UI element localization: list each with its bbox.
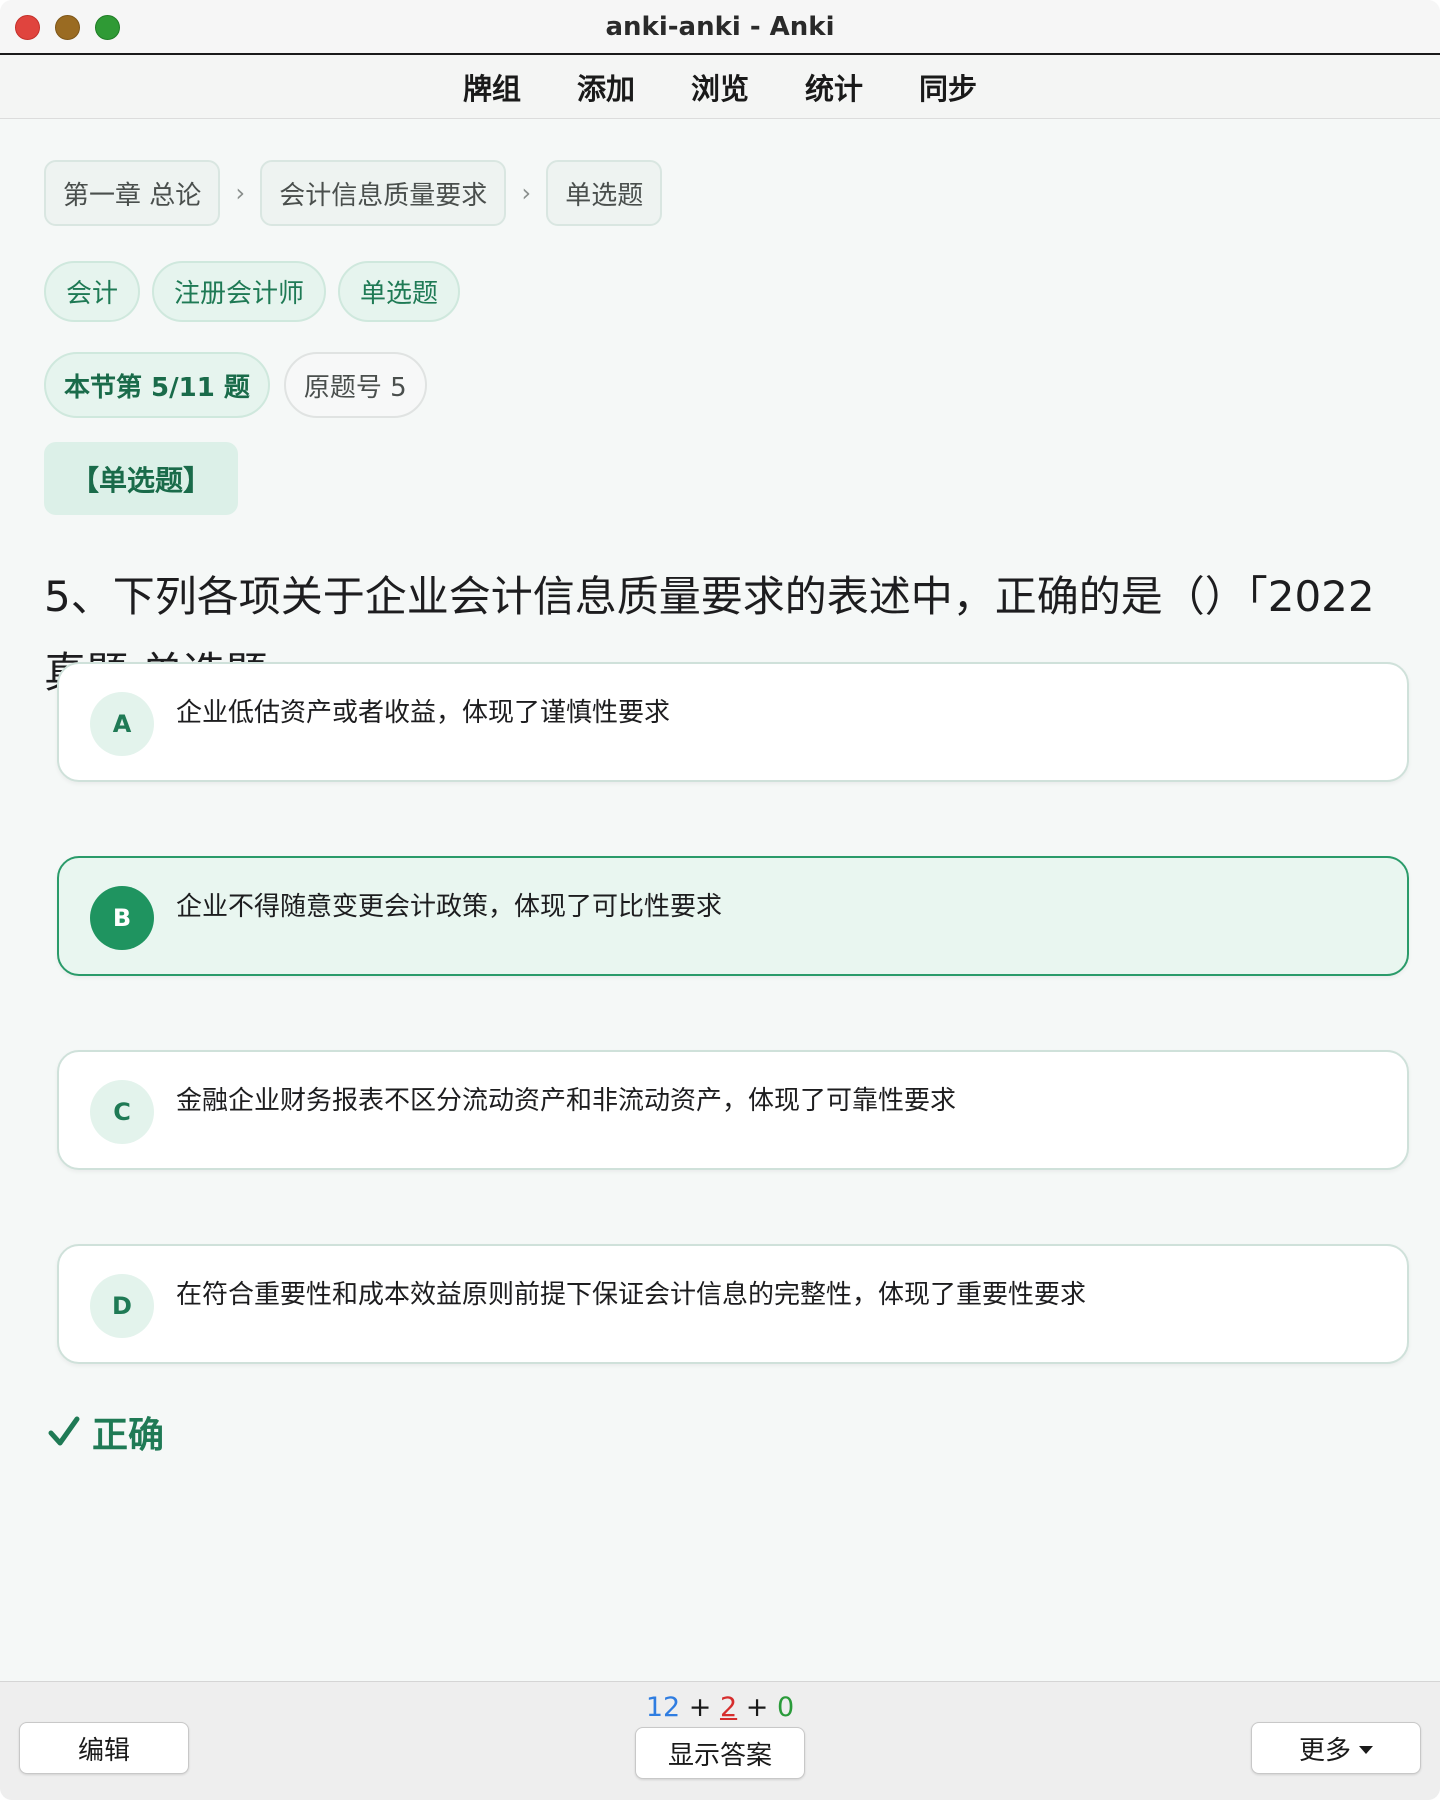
option-letter: B	[90, 886, 154, 950]
toolbar-decks[interactable]: 牌组	[435, 66, 549, 108]
edit-button[interactable]: 编辑	[19, 1722, 189, 1774]
toolbar-add[interactable]: 添加	[549, 66, 663, 108]
anki-window: anki-anki - Anki 牌组 添加 浏览 统计 同步 第一章 总论 ›…	[0, 0, 1440, 1800]
toolbar-stats[interactable]: 统计	[777, 66, 891, 108]
learn-count: 2	[719, 1692, 738, 1723]
option-d[interactable]: D 在符合重要性和成本效益原则前提下保证会计信息的完整性，体现了重要性要求	[57, 1244, 1409, 1364]
title-bar: anki-anki - Anki	[0, 0, 1440, 55]
breadcrumb-chapter: 第一章 总论	[44, 160, 221, 226]
toolbar-browse[interactable]: 浏览	[663, 66, 777, 108]
card-content: 第一章 总论 › 会计信息质量要求 › 单选题 会计 注册会计师 单选题 本节第…	[0, 119, 1440, 1681]
original-number-badge: 原题号 5	[283, 352, 427, 418]
more-button-label: 更多	[1298, 1735, 1351, 1766]
breadcrumb-separator: ›	[521, 179, 532, 207]
window-title: anki-anki - Anki	[605, 12, 835, 42]
question-progress: 本节第 5/11 题 原题号 5	[44, 352, 427, 418]
breadcrumb: 第一章 总论 › 会计信息质量要求 › 单选题	[44, 160, 663, 226]
more-button[interactable]: 更多	[1251, 1722, 1421, 1774]
toolbar-sync[interactable]: 同步	[891, 66, 1005, 108]
option-text: 企业不得随意变更会计政策，体现了可比性要求	[176, 892, 723, 922]
show-answer-button[interactable]: 显示答案	[635, 1727, 805, 1779]
due-counts: 12 + 2 + 0	[0, 1692, 1440, 1723]
check-icon	[48, 1416, 80, 1446]
tag-single-choice: 单选题	[338, 261, 461, 322]
tag-cpa: 注册会计师	[152, 261, 327, 322]
option-text: 企业低估资产或者收益，体现了谨慎性要求	[176, 698, 671, 728]
answer-result: 正确	[48, 1406, 164, 1458]
review-count: 0	[776, 1692, 795, 1723]
count-plus: +	[688, 1692, 712, 1723]
section-progress-badge: 本节第 5/11 题	[44, 352, 270, 418]
option-a[interactable]: A 企业低估资产或者收益，体现了谨慎性要求	[57, 662, 1409, 782]
tag-accounting: 会计	[44, 261, 141, 322]
option-letter: A	[90, 692, 154, 756]
option-b[interactable]: B 企业不得随意变更会计政策，体现了可比性要求	[57, 856, 1409, 976]
breadcrumb-section: 会计信息质量要求	[260, 160, 507, 226]
option-letter: D	[90, 1274, 154, 1338]
option-c[interactable]: C 金融企业财务报表不区分流动资产和非流动资产，体现了可靠性要求	[57, 1050, 1409, 1170]
review-bottom-bar: 12 + 2 + 0 编辑 显示答案 更多	[0, 1681, 1440, 1800]
main-toolbar: 牌组 添加 浏览 统计 同步	[0, 55, 1440, 119]
question-type-badge: 【单选题】	[44, 442, 238, 515]
option-text: 金融企业财务报表不区分流动资产和非流动资产，体现了可靠性要求	[176, 1086, 957, 1116]
option-text: 在符合重要性和成本效益原则前提下保证会计信息的完整性，体现了重要性要求	[176, 1280, 1087, 1310]
count-plus: +	[745, 1692, 769, 1723]
tag-list: 会计 注册会计师 单选题	[44, 261, 461, 322]
breadcrumb-separator: ›	[235, 179, 246, 207]
option-letter: C	[90, 1080, 154, 1144]
breadcrumb-type: 单选题	[546, 160, 663, 226]
result-label: 正确	[92, 1415, 165, 1456]
new-count: 12	[645, 1692, 681, 1723]
caret-down-icon	[1359, 1746, 1373, 1754]
